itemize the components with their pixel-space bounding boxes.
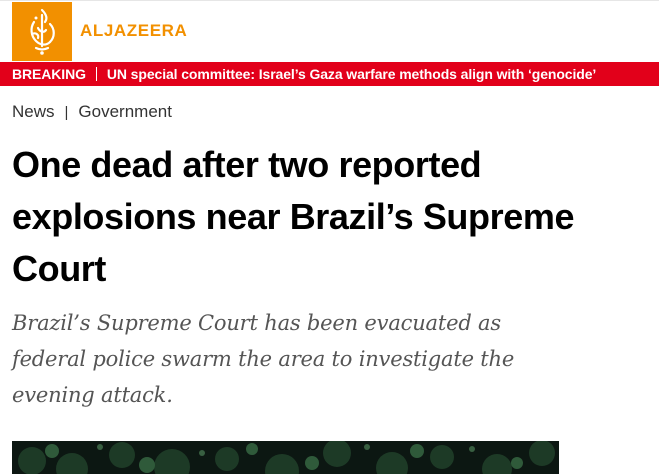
breaking-label: BREAKING (12, 66, 86, 82)
aljazeera-logo-icon[interactable] (12, 2, 72, 61)
breadcrumb-government[interactable]: Government (78, 102, 172, 122)
article-headline: One dead after two reported explosions n… (12, 144, 575, 289)
breaking-headline-link[interactable]: UN special committee: Israel’s Gaza warf… (107, 66, 596, 82)
breadcrumb-news[interactable]: News (12, 102, 55, 122)
site-header: ALJAZEERA (0, 0, 659, 62)
brand-wordmark[interactable]: ALJAZEERA (80, 20, 187, 42)
article-standfirst: Brazil’s Supreme Court has been evacuate… (12, 311, 515, 407)
breadcrumb: News | Government (12, 100, 172, 124)
breaking-news-bar[interactable]: BREAKING UN special committee: Israel’s … (0, 62, 659, 86)
breaking-divider (95, 67, 97, 81)
hero-photo[interactable] (12, 441, 559, 474)
breadcrumb-separator: | (64, 103, 69, 121)
